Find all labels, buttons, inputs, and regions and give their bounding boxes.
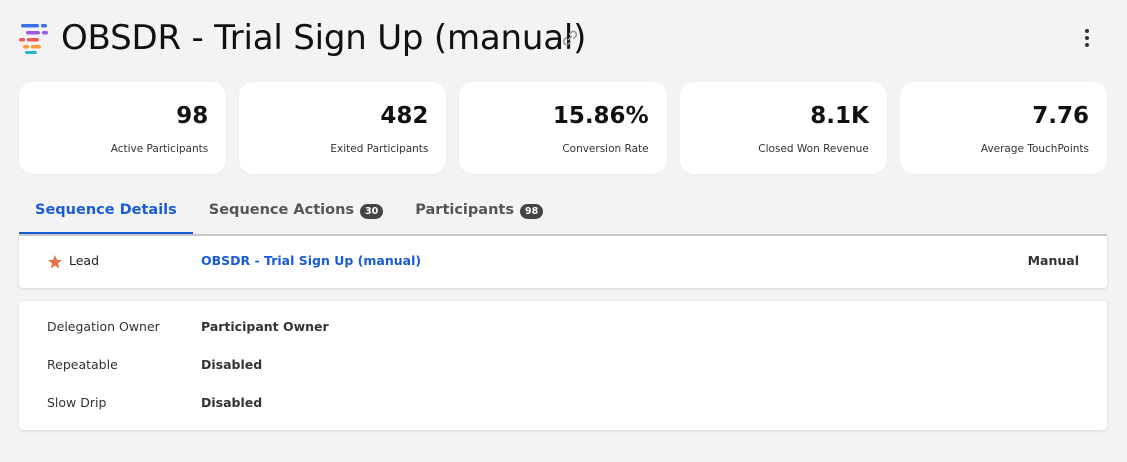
stat-card-active-participants: 98 Active Participants <box>19 82 227 174</box>
sequence-mode: Manual <box>1027 253 1079 268</box>
count-badge: 98 <box>519 204 544 219</box>
stat-label: Closed Won Revenue <box>758 143 869 155</box>
stat-label: Conversion Rate <box>562 143 649 155</box>
stat-label: Exited Participants <box>330 143 429 155</box>
stat-card-conversion-rate: 15.86% Conversion Rate <box>459 82 667 174</box>
count-badge: 30 <box>360 204 384 219</box>
detail-row-delegation-owner: Delegation Owner Participant Owner <box>19 319 1107 339</box>
stat-value: 482 <box>380 103 429 129</box>
sequence-name-link[interactable]: OBSDR - Trial Sign Up (manual) <box>201 253 421 268</box>
tab-bar: Sequence Details Sequence Actions 30 Par… <box>19 190 1107 234</box>
tab-label: Sequence Details <box>35 202 177 218</box>
lead-type-label: Lead <box>69 253 100 268</box>
tab-label: Sequence Actions <box>208 202 355 218</box>
stat-label: Average TouchPoints <box>980 143 1090 155</box>
stat-value: 15.86% <box>552 103 649 129</box>
sequence-details-card: Delegation Owner Participant Owner Repea… <box>19 301 1107 430</box>
sequence-logo-icon <box>19 24 48 54</box>
link-icon[interactable] <box>560 28 580 48</box>
tab-participants[interactable]: Participants 98 <box>415 190 544 234</box>
detail-value: Disabled <box>201 357 263 372</box>
page-header: OBSDR - Trial Sign Up (manual) <box>0 0 1127 80</box>
stat-card-closed-won-revenue: 8.1K Closed Won Revenue <box>679 82 887 174</box>
tab-label: Participants <box>415 202 514 218</box>
star-icon <box>48 255 62 269</box>
detail-row-slow-drip: Slow Drip Disabled <box>19 395 1107 415</box>
detail-row-repeatable: Repeatable Disabled <box>19 357 1107 377</box>
page-title: OBSDR - Trial Sign Up (manual) <box>61 18 587 58</box>
detail-label: Slow Drip <box>47 395 107 410</box>
stat-value: 8.1K <box>810 103 869 129</box>
stat-value: 98 <box>176 103 209 129</box>
tab-sequence-actions[interactable]: Sequence Actions 30 <box>208 190 384 234</box>
stat-label: Active Participants <box>110 143 209 155</box>
stat-card-exited-participants: 482 Exited Participants <box>239 82 447 174</box>
tab-sequence-details[interactable]: Sequence Details <box>19 190 193 234</box>
more-vertical-icon[interactable] <box>1076 26 1098 50</box>
detail-value: Disabled <box>201 395 263 410</box>
detail-label: Repeatable <box>47 357 118 372</box>
lead-summary-card: Lead OBSDR - Trial Sign Up (manual) Manu… <box>19 234 1107 288</box>
stat-card-average-touchpoints: 7.76 Average TouchPoints <box>899 82 1108 174</box>
stat-value: 7.76 <box>1032 103 1090 129</box>
detail-value: Participant Owner <box>201 319 329 334</box>
detail-label: Delegation Owner <box>47 319 160 334</box>
stats-row: 98 Active Participants 482 Exited Partic… <box>19 82 1108 174</box>
